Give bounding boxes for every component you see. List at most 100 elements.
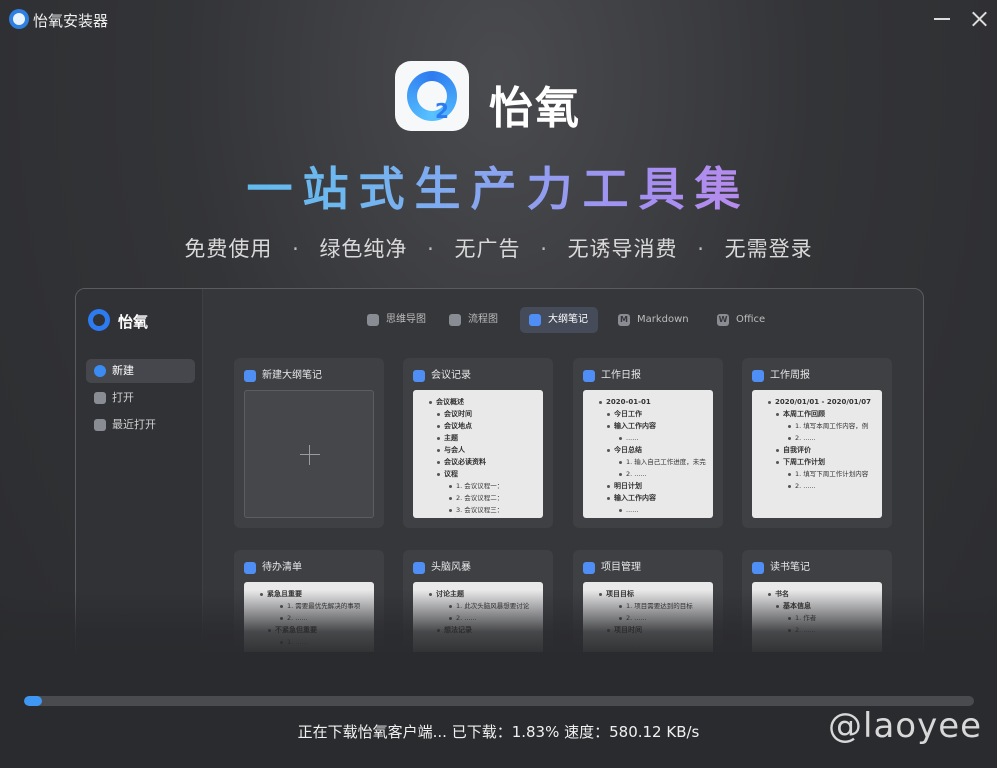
download-progress-bar [24,696,974,706]
logo-number: 2 [435,99,449,123]
bullet-icon [599,400,602,404]
outline-line: 讨论 [421,516,539,518]
outline-line: 明日计划 [591,480,709,492]
app-logo-icon [9,9,29,29]
bullet-icon [437,472,440,476]
brand-name: 怡氧 [489,83,581,134]
card-title-text: 待办清单 [262,562,302,573]
window-title: 怡氧安装器 [33,12,109,30]
card-title-text: 头脑风暴 [431,562,471,573]
outline-icon [752,562,764,574]
tab-office: W Office [708,307,775,333]
watermark: @laoyee [828,706,983,746]
card-title-text: 会议记录 [431,370,471,381]
flowchart-icon [449,314,461,326]
outline-line: 1. 填写本周工作内容，例 [760,420,878,432]
outline-line: ...... [591,504,709,516]
bullet-icon [607,496,610,500]
bullet-icon [619,508,622,512]
outline-icon [583,370,595,382]
bullet-icon [607,412,610,416]
bullet-icon [768,400,771,404]
outline-icon [413,562,425,574]
card-title: 待办清单 [244,560,302,576]
feature-separator: · [540,237,548,261]
outline-line: 1. 会议议程一： [421,480,539,492]
document-icon [94,419,106,431]
card-title: 会议记录 [413,368,471,384]
card-title: 工作周报 [752,368,810,384]
preview-fade [0,590,997,660]
logo-ring-icon [407,71,457,121]
plus-icon [300,445,320,465]
card-title-text: 工作周报 [770,370,810,381]
bullet-icon [619,460,622,464]
outline-line: 输入工作内容 [591,492,709,504]
bullet-icon [607,484,610,488]
download-progress-fill [24,696,43,706]
bullet-icon [607,424,610,428]
outline-line: 1. 输入自己工作进度，未完 [591,456,709,468]
outline-line: 主题 [421,432,539,444]
bullet-icon [776,412,779,416]
outline-line: 2. ...... [760,480,878,492]
card-title: 工作日报 [583,368,641,384]
outline-line: 会议时间 [421,408,539,420]
template-card: 工作周报 2020/01/01 - 2020/01/07 本周工作回顾 1. 填写本… [742,358,892,528]
outline-line: 与会人 [421,444,539,456]
feature-item: 无诱导消费 [567,237,678,261]
sidebar-item-new: 新建 [86,359,195,383]
outline-line: 议程 [421,468,539,480]
bullet-icon [788,472,791,476]
new-card-area [244,390,374,518]
outline-line: 2020-01-01 [591,396,709,408]
card-title: 项目管理 [583,560,641,576]
bullet-icon [449,496,452,500]
bullet-icon [776,448,779,452]
bullet-icon [437,412,440,416]
outline-line: 自我评价 [760,444,878,456]
bullet-icon [437,436,440,440]
outline-line: 会议概述 [421,396,539,408]
template-card: 工作日报 2020-01-01 今日工作 输入工作内容...... 今日总结 1. 输入… [573,358,723,528]
outline-icon [244,370,256,382]
bullet-icon [437,424,440,428]
folder-icon [94,392,106,404]
outline-line: 下周工作计划 [760,456,878,468]
outline-line: 今日总结 [591,444,709,456]
outline-line: 2. ...... [760,432,878,444]
tab-label: Office [736,314,766,325]
outline-line: 2. 会议议程二： [421,492,539,504]
feature-item: 免费使用 [184,237,273,261]
card-title-text: 新建大纲笔记 [262,370,322,381]
sidebar-item-open: 打开 [86,386,195,410]
feature-item: 无需登录 [724,237,813,261]
bullet-icon [449,484,452,488]
preview-logo-icon [88,309,110,331]
bullet-icon [429,400,432,404]
bullet-icon [788,436,791,440]
card-preview: 2020-01-01 今日工作 输入工作内容...... 今日总结 1. 输入自己工作进… [583,390,713,518]
close-button[interactable] [968,8,990,30]
bullet-icon [437,448,440,452]
outline-line: 本周工作回顾 [760,408,878,420]
card-title-text: 项目管理 [601,562,641,573]
outline-line: 2020/01/01 - 2020/01/07 [760,396,878,408]
sidebar-item-recent: 最近打开 [86,413,195,437]
outline-line: 会议地点 [421,420,539,432]
slogan: 一站式生产力工具集 [0,153,997,219]
outline-icon [244,562,256,574]
title-bar: 怡氧安装器 [0,0,997,38]
feature-item: 无广告 [454,237,521,261]
outline-line: 3. 会议议程三： [421,504,539,516]
outline-line: 输入工作内容 [591,420,709,432]
preview-tabs: 思维导图 流程图 大纲笔记 M Markdown W Office [203,307,923,335]
sidebar-item-label: 新建 [112,364,134,377]
word-icon: W [717,314,729,326]
tab-label: 流程图 [468,314,498,325]
bullet-icon [619,436,622,440]
minimize-button[interactable] [931,8,953,30]
feature-list: 免费使用 · 绿色纯净 · 无广告 · 无诱导消费 · 无需登录 [0,233,997,263]
feature-separator: · [427,237,435,261]
template-card: 会议记录 会议概述 会议时间 会议地点 主题 与会人 会议必读资料 议程 1. 会议议程一： 2… [403,358,553,528]
